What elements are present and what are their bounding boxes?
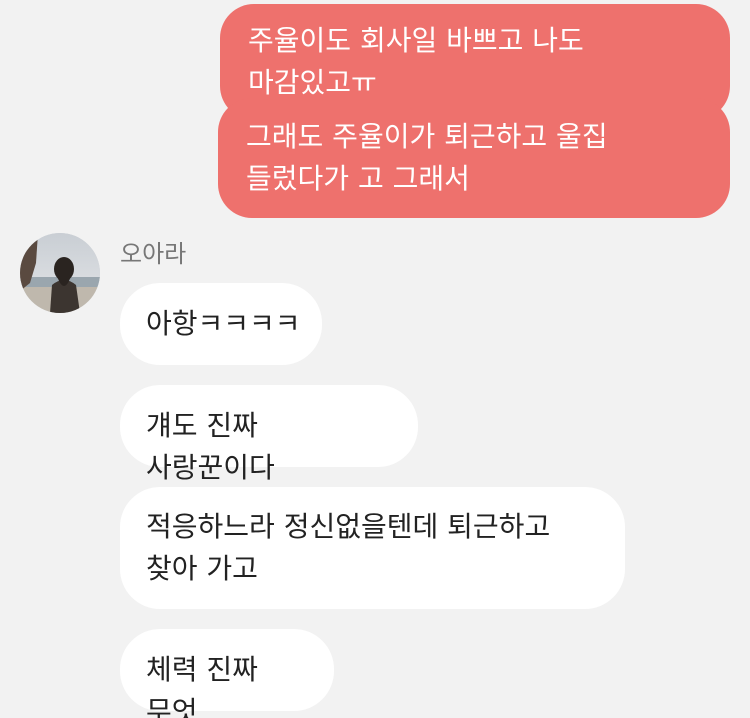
chat-conversation: 주율이도 회사일 바쁘고 나도 마감있고ㅠ 그래도 주율이가 퇴근하고 울집 들… — [0, 0, 750, 718]
received-message-bubble[interactable]: 걔도 진짜 사랑꾼이다 — [120, 385, 418, 484]
person-photo-icon — [20, 233, 100, 313]
contact-avatar[interactable] — [20, 233, 100, 313]
received-message-bubble[interactable]: 적응하느라 정신없을텐데 퇴근하고 찾아 가고 — [120, 487, 625, 609]
received-message-bubble[interactable]: 체력 진짜 무엇 — [120, 629, 334, 718]
contact-name: 오아라 — [120, 240, 187, 268]
sent-message-bubble[interactable]: 그래도 주율이가 퇴근하고 울집 들렀다가 고 그래서 — [218, 98, 730, 218]
received-message-bubble[interactable]: 아항ㅋㅋㅋㅋ — [120, 283, 322, 365]
